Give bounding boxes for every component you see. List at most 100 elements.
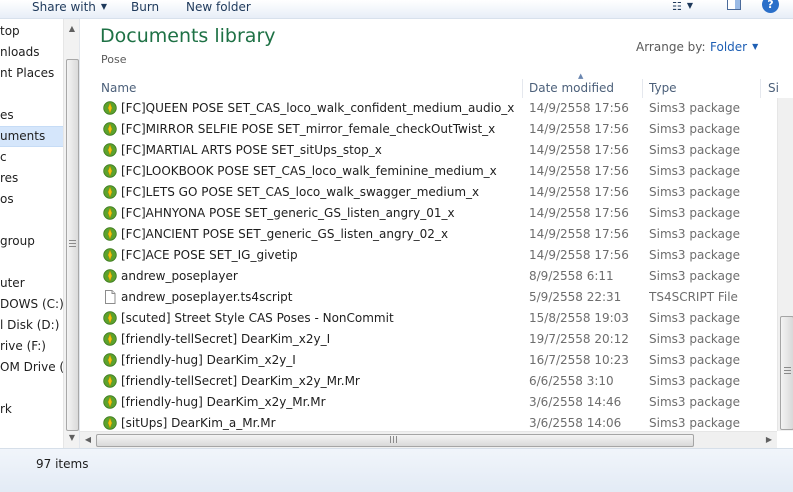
nav-item-downloads[interactable]: nloads xyxy=(0,42,63,63)
file-name: [FC]ACE POSE SET_IG_givetip xyxy=(121,248,298,262)
file-row[interactable]: [FC]MIRROR SELFIE POSE SET_mirror_female… xyxy=(80,119,777,140)
share-with-button[interactable]: Share with ▼ xyxy=(32,0,107,16)
grip-icon xyxy=(69,240,76,248)
sims-package-icon xyxy=(103,143,117,157)
chevron-down-icon: ▼ xyxy=(686,1,694,10)
file-row[interactable]: [FC]ACE POSE SET_IG_givetip 14/9/2558 17:… xyxy=(80,245,777,266)
column-header-name[interactable]: Name xyxy=(101,79,521,98)
file-type: Sims3 package xyxy=(649,332,741,346)
nav-item-drive-c[interactable]: DOWS (C:) xyxy=(0,294,63,315)
nav-item-drive-g[interactable]: OM Drive (G xyxy=(0,357,63,378)
file-date-modified: 14/9/2558 17:56 xyxy=(529,143,629,157)
view-options-button[interactable]: ☷ ▼ xyxy=(672,0,693,14)
nav-item-drive-f[interactable]: rive (F:) xyxy=(0,336,63,357)
file-row[interactable]: [friendly-tellSecret] DearKim_x2y_I 19/7/… xyxy=(80,329,777,350)
file-row[interactable]: [FC]MARTIAL ARTS POSE SET_sitUps_stop_x 1… xyxy=(80,140,777,161)
chevron-down-icon: ▼ xyxy=(100,2,108,11)
library-subtitle: Pose xyxy=(101,53,127,66)
sims-package-icon xyxy=(103,332,117,346)
file-row[interactable]: [FC]AHNYONA POSE SET_generic_GS_listen_a… xyxy=(80,203,777,224)
file-name: andrew_poseplayer.ts4script xyxy=(121,290,293,304)
sims-package-icon xyxy=(103,395,117,409)
file-date-modified: 16/7/2558 10:23 xyxy=(529,353,629,367)
file-date-modified: 14/9/2558 17:56 xyxy=(529,227,629,241)
nav-scroll-thumb[interactable] xyxy=(66,59,79,431)
column-divider[interactable] xyxy=(760,79,761,98)
nav-item-homegroup[interactable]: group xyxy=(0,231,63,252)
nav-pane-scrollbar[interactable]: ▲ ▼ xyxy=(63,19,79,448)
file-list: [FC]QUEEN POSE SET_CAS_loco_walk_confide… xyxy=(80,98,777,431)
file-name: andrew_poseplayer xyxy=(121,269,238,283)
file-row[interactable]: [FC]LOOKBOOK POSE SET_CAS_loco_walk_femi… xyxy=(80,161,777,182)
nav-item-music[interactable]: c xyxy=(0,147,63,168)
nav-item-computer[interactable]: uter xyxy=(0,273,63,294)
file-list-vertical-scrollbar[interactable] xyxy=(777,98,793,431)
scroll-left-icon[interactable]: ◀ xyxy=(80,432,96,448)
file-type: Sims3 package xyxy=(649,269,741,283)
file-date-modified: 14/9/2558 17:56 xyxy=(529,206,629,220)
file-row[interactable]: [friendly-hug] DearKim_x2y_Mr.Mr 3/6/2558… xyxy=(80,392,777,413)
scroll-down-icon[interactable]: ▼ xyxy=(64,430,79,446)
preview-pane-button[interactable] xyxy=(727,0,741,13)
details-view-icon: ☷ xyxy=(672,0,682,13)
item-count: 97 items xyxy=(36,457,89,471)
file-row[interactable]: [friendly-tellSecret] DearKim_x2y_Mr.Mr 6… xyxy=(80,371,777,392)
nav-item-documents[interactable]: uments xyxy=(0,126,63,147)
nav-item-recent-places[interactable]: nt Places xyxy=(0,63,63,84)
column-divider[interactable] xyxy=(642,79,643,98)
sims-package-icon xyxy=(103,101,117,115)
column-divider[interactable] xyxy=(522,79,523,98)
file-row[interactable]: [FC]QUEEN POSE SET_CAS_loco_walk_confide… xyxy=(80,98,777,119)
file-date-modified: 14/9/2558 17:56 xyxy=(529,122,629,136)
file-row[interactable]: andrew_poseplayer 8/9/2558 6:11 Sims3 pack… xyxy=(80,266,777,287)
column-header-size[interactable]: Si xyxy=(768,79,793,98)
status-bar: 97 items xyxy=(0,448,793,492)
file-row[interactable]: [sitUps] DearKim_a_Mr.Mr 3/6/2558 14:06 Si… xyxy=(80,413,777,431)
nav-item-libraries[interactable]: es xyxy=(0,105,63,126)
file-name: [friendly-hug] DearKim_x2y_I xyxy=(121,353,296,367)
scroll-right-icon[interactable]: ▶ xyxy=(761,432,777,448)
blank-file-icon xyxy=(105,290,116,304)
nav-item-drive-d[interactable]: l Disk (D:) xyxy=(0,315,63,336)
new-folder-button[interactable]: New folder xyxy=(186,0,251,16)
nav-item-network[interactable]: rk xyxy=(0,399,63,420)
column-headers: Name Date modified Type Si xyxy=(80,79,793,98)
file-type: Sims3 package xyxy=(649,248,741,262)
file-date-modified: 5/9/2558 22:31 xyxy=(529,290,622,304)
file-date-modified: 14/9/2558 17:56 xyxy=(529,248,629,262)
file-row[interactable]: [scuted] Street Style CAS Poses - NonCom… xyxy=(80,308,777,329)
file-type: Sims3 package xyxy=(649,143,741,157)
column-header-date-modified[interactable]: Date modified xyxy=(529,79,641,98)
nav-item-videos[interactable]: os xyxy=(0,189,63,210)
file-date-modified: 8/9/2558 6:11 xyxy=(529,269,614,283)
file-name: [FC]AHNYONA POSE SET_generic_GS_listen_a… xyxy=(121,206,455,220)
file-type: Sims3 package xyxy=(649,395,741,409)
file-row[interactable]: [friendly-hug] DearKim_x2y_I 16/7/2558 10… xyxy=(80,350,777,371)
file-date-modified: 3/6/2558 14:46 xyxy=(529,395,622,409)
file-type: Sims3 package xyxy=(649,227,741,241)
nav-item-pictures[interactable]: res xyxy=(0,168,63,189)
file-name: [scuted] Street Style CAS Poses - NonCom… xyxy=(121,311,394,325)
grip-icon xyxy=(784,367,791,375)
vertical-scroll-thumb[interactable] xyxy=(780,316,793,430)
file-name: [friendly-tellSecret] DearKim_x2y_I xyxy=(121,332,331,346)
file-name: [FC]LETS GO POSE SET_CAS_loco_walk_swagg… xyxy=(121,185,480,199)
column-header-type[interactable]: Type xyxy=(649,79,759,98)
nav-item-desktop[interactable]: top xyxy=(0,21,63,42)
file-row[interactable]: andrew_poseplayer.ts4script 5/9/2558 22:3… xyxy=(80,287,777,308)
file-type: Sims3 package xyxy=(649,164,741,178)
horizontal-scroll-thumb[interactable] xyxy=(96,434,694,447)
file-type: Sims3 package xyxy=(649,185,741,199)
scroll-up-icon[interactable]: ▲ xyxy=(64,21,79,37)
arrange-by-dropdown[interactable]: Folder ▼ xyxy=(710,40,758,54)
sims-package-icon xyxy=(103,122,117,136)
file-row[interactable]: [FC]ANCIENT POSE SET_generic_GS_listen_a… xyxy=(80,224,777,245)
burn-button[interactable]: Burn xyxy=(131,0,159,16)
library-title: Documents library xyxy=(100,25,276,47)
help-icon[interactable]: ? xyxy=(762,0,779,13)
sims-package-icon xyxy=(103,416,117,430)
sims-package-icon xyxy=(103,269,117,283)
file-row[interactable]: [FC]LETS GO POSE SET_CAS_loco_walk_swagg… xyxy=(80,182,777,203)
sims-package-icon xyxy=(103,164,117,178)
file-list-horizontal-scrollbar[interactable]: ◀ ▶ xyxy=(80,431,777,448)
